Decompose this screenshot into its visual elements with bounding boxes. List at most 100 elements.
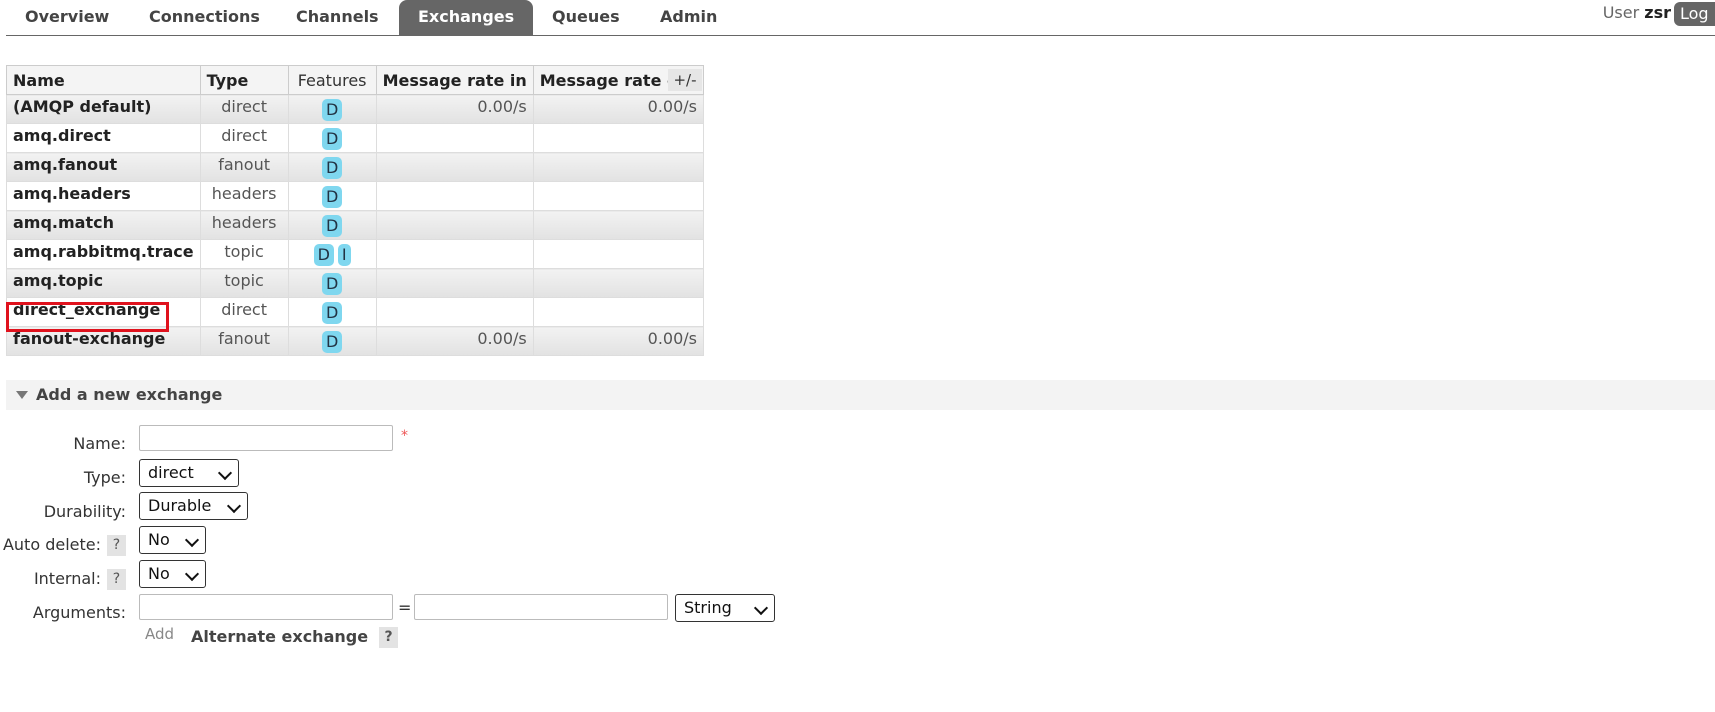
tab-channels[interactable]: Channels [277,0,398,35]
exchange-features: D [287,123,377,153]
exchange-type: headers [199,181,289,211]
auto-delete-help-icon[interactable]: ? [107,535,126,556]
exchange-features: D [287,181,377,211]
argument-key-input[interactable] [139,594,393,620]
message-rate-in: 0.00/s [375,94,534,124]
auto-delete-label: Auto delete:? [3,535,126,556]
table-row[interactable]: amq.fanout fanout D [6,152,705,182]
exchange-type: direct [199,123,289,153]
exchange-features: D [287,268,377,298]
durability-select[interactable]: Durable [139,492,248,520]
message-rate-in [375,268,534,298]
add-argument-link[interactable]: Add [145,625,174,643]
exchange-type: direct [199,94,289,124]
exchange-features: D [287,210,377,240]
table-row[interactable]: amq.rabbitmq.trace topic D I [6,239,705,269]
add-exchange-section-header[interactable]: Add a new exchange [6,380,1715,410]
alternate-exchange-link[interactable]: Alternate exchange? [191,627,399,648]
table-row[interactable]: amq.direct direct D [6,123,705,153]
table-row[interactable]: amq.match headers D [6,210,705,240]
add-exchange-title: Add a new exchange [36,385,223,404]
tab-queues[interactable]: Queues [533,0,639,35]
column-header-type[interactable]: Type [199,65,289,95]
auto-delete-select[interactable]: No [139,526,206,554]
message-rate-out [532,210,705,240]
exchange-type: headers [199,210,289,240]
current-user: User zsr [1603,3,1671,22]
chevron-down-icon [226,498,242,514]
argument-value-input[interactable] [414,594,668,620]
exchange-features: DI [287,239,377,269]
chevron-down-icon [753,600,769,616]
internal-label-text: Internal: [33,569,101,588]
alternate-exchange-help-icon[interactable]: ? [379,627,399,648]
internal-select-value: No [148,564,170,583]
table-row[interactable]: amq.topic topic D [6,268,705,298]
message-rate-out [532,181,705,211]
arguments-label: Arguments: [32,603,126,622]
exchange-name-link[interactable]: amq.headers [6,181,201,211]
message-rate-out [532,239,705,269]
top-nav: Overview Connections Channels Exchanges … [6,0,1715,36]
feature-badge: I [337,244,351,266]
type-label: Type: [83,468,126,487]
exchange-name-link[interactable]: amq.topic [6,268,201,298]
exchange-type: fanout [199,326,289,356]
internal-help-icon[interactable]: ? [107,569,126,590]
name-label: Name: [73,434,126,453]
message-rate-in [375,297,534,327]
durability-label: Durability: [43,502,126,521]
auto-delete-select-value: No [148,530,170,549]
message-rate-in [375,123,534,153]
tab-connections[interactable]: Connections [130,0,279,35]
type-select-value: direct [148,463,194,482]
exchange-name-link[interactable]: direct_exchange [6,297,201,327]
exchange-features: D [287,326,377,356]
table-row[interactable]: fanout-exchange fanout D 0.00/s 0.00/s [6,326,705,356]
table-row[interactable]: direct_exchange direct D [6,297,705,327]
required-asterisk: * [401,428,408,444]
message-rate-out: 0.00/s [532,94,705,124]
exchange-type: topic [199,239,289,269]
exchange-name-link[interactable]: amq.match [6,210,201,240]
column-header-name[interactable]: Name [6,65,201,95]
table-row[interactable]: amq.headers headers D [6,181,705,211]
exchange-name-link[interactable]: amq.fanout [6,152,201,182]
toggle-columns-button[interactable]: +/- [668,69,702,91]
column-header-features: Features [287,65,377,95]
feature-badge: D [321,331,343,353]
tab-overview[interactable]: Overview [6,0,128,35]
exchange-name-link[interactable]: fanout-exchange [6,326,201,356]
argument-type-select-value: String [684,598,732,617]
exchange-name-link[interactable]: amq.rabbitmq.trace [6,239,201,269]
user-name: zsr [1644,3,1671,22]
arguments-equals-sign: = [398,598,412,617]
user-prefix: User [1602,3,1640,22]
exchanges-table: Name Type Features Message rate in Messa… [6,65,705,356]
exchange-name-input[interactable] [139,425,393,451]
message-rate-out [532,268,705,298]
chevron-down-icon [184,532,200,548]
chevron-down-icon [184,566,200,582]
type-select[interactable]: direct [139,459,239,487]
argument-type-select[interactable]: String [675,594,775,622]
message-rate-out [532,152,705,182]
exchange-name-link[interactable]: (AMQP default) [6,94,201,124]
feature-badge: D [321,128,343,150]
exchange-name-link[interactable]: amq.direct [6,123,201,153]
feature-badge: D [321,99,343,121]
internal-select[interactable]: No [139,560,206,588]
message-rate-in [375,239,534,269]
internal-label: Internal:? [34,569,126,590]
collapse-triangle-icon [16,391,28,399]
tab-admin[interactable]: Admin [641,0,736,35]
exchanges-table-body: (AMQP default) direct D 0.00/s 0.00/s amq.dir… [6,94,705,356]
logout-button[interactable]: Log [1674,2,1715,26]
message-rate-out: 0.00/s [532,326,705,356]
feature-badge: D [321,273,343,295]
exchange-features: D [287,152,377,182]
table-row[interactable]: (AMQP default) direct D 0.00/s 0.00/s [6,94,705,124]
durability-select-value: Durable [148,496,212,515]
auto-delete-label-text: Auto delete: [2,535,101,554]
tab-exchanges[interactable]: Exchanges [399,0,534,35]
